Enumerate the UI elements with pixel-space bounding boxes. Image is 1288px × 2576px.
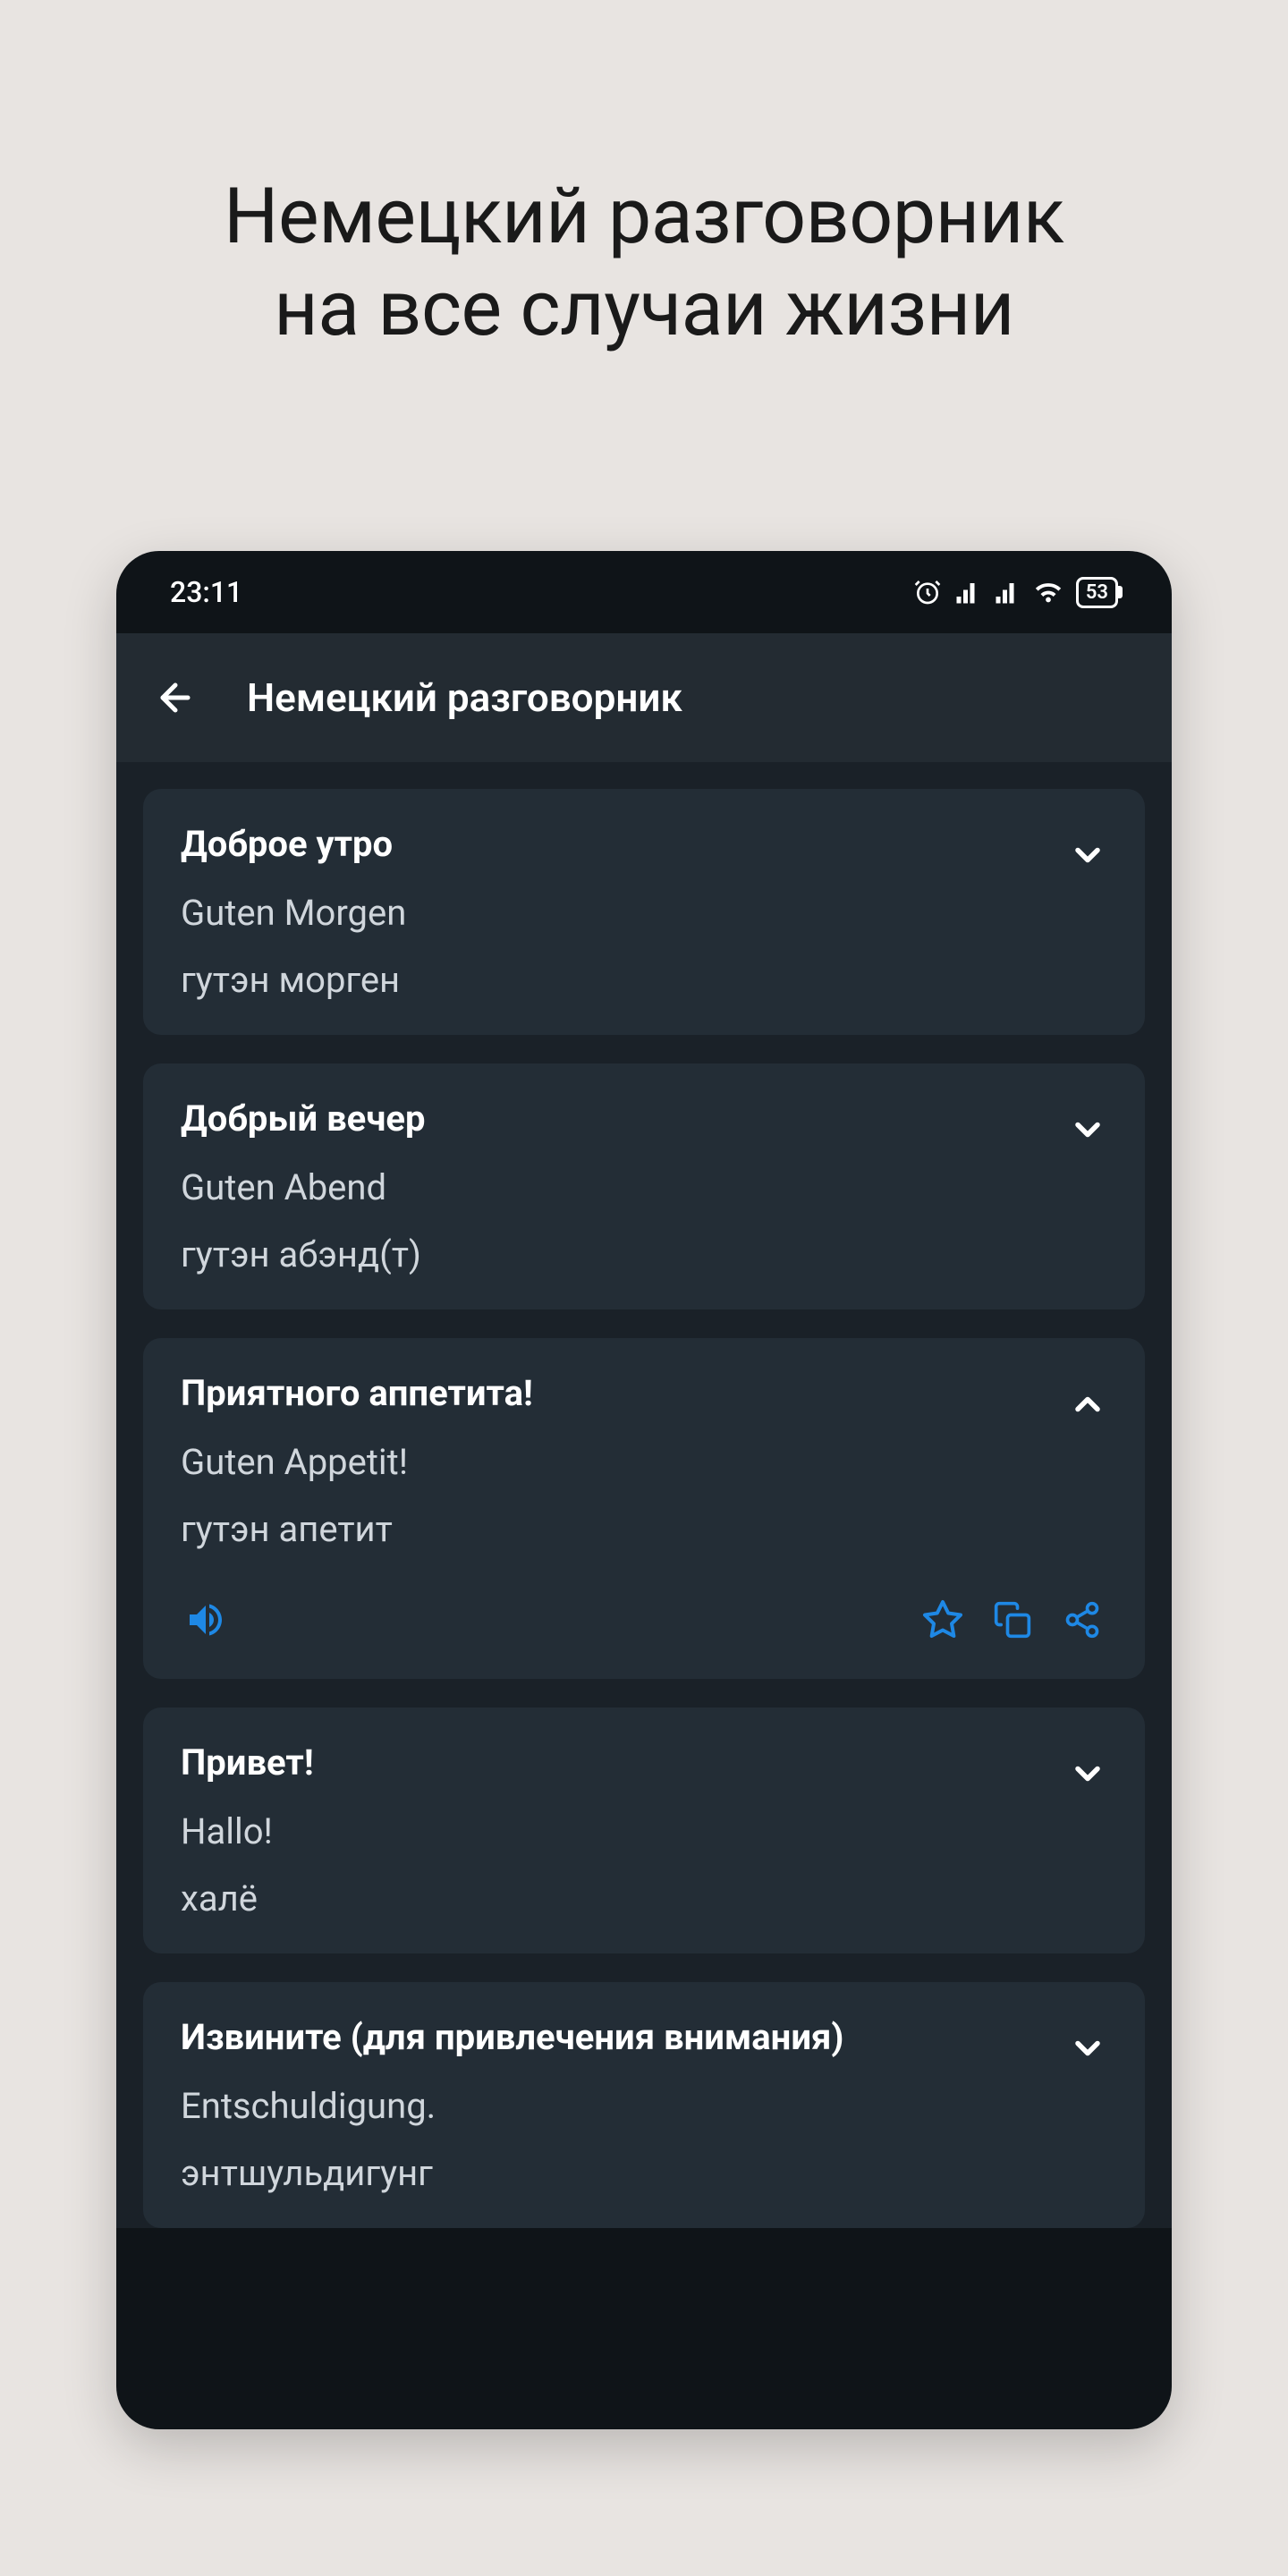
hero-title: Немецкий разговорник на все случаи жизни <box>224 170 1064 354</box>
phrase-translation: Hallo! <box>181 1810 1107 1852</box>
phrase-translation: Guten Appetit! <box>181 1441 1107 1483</box>
phrase-title: Извините (для привлечения внимания) <box>181 2016 1107 2058</box>
phrase-title: Привет! <box>181 1741 1107 1784</box>
alarm-icon <box>913 578 942 606</box>
battery-icon: 53 <box>1076 577 1118 608</box>
speaker-icon <box>184 1598 227 1641</box>
audio-button[interactable] <box>181 1595 231 1645</box>
expand-toggle[interactable] <box>1068 2029 1107 2068</box>
phone-frame: 23:11 53 Немецкий разговорник <box>116 551 1172 2429</box>
arrow-left-icon <box>154 676 197 719</box>
phrase-card[interactable]: Доброе утро Guten Morgen гутэн морген <box>143 789 1145 1035</box>
app-header: Немецкий разговорник <box>116 633 1172 762</box>
phrase-title: Приятного аппетита! <box>181 1372 1107 1414</box>
phrase-card[interactable]: Привет! Hallo! халё <box>143 1707 1145 1953</box>
phrase-transcription: халё <box>181 1877 1107 1919</box>
phrase-card[interactable]: Извините (для привлечения внимания) Ents… <box>143 1982 1145 2228</box>
phrase-translation: Entschuldigung. <box>181 2085 1107 2127</box>
hero-line2: на все случаи жизни <box>224 262 1064 354</box>
hero-line1: Немецкий разговорник <box>224 170 1064 262</box>
expand-toggle[interactable] <box>1068 835 1107 875</box>
wifi-icon <box>1033 577 1063 607</box>
phrase-translation: Guten Morgen <box>181 892 1107 934</box>
status-time: 23:11 <box>170 575 242 609</box>
signal-icon <box>954 579 981 606</box>
phrase-title: Добрый вечер <box>181 1097 1107 1140</box>
phrase-title: Доброе утро <box>181 823 1107 865</box>
expand-toggle[interactable] <box>1068 1754 1107 1793</box>
card-actions <box>181 1595 1107 1645</box>
status-icons: 53 <box>913 577 1118 608</box>
star-icon <box>921 1598 964 1641</box>
content-area: Доброе утро Guten Morgen гутэн морген До… <box>116 762 1172 2228</box>
chevron-down-icon <box>1068 2029 1107 2068</box>
phrase-card[interactable]: Приятного аппетита! Guten Appetit! гутэн… <box>143 1338 1145 1679</box>
chevron-down-icon <box>1068 1110 1107 1149</box>
phrase-transcription: энтшульдигунг <box>181 2152 1107 2194</box>
phrase-translation: Guten Abend <box>181 1166 1107 1208</box>
chevron-up-icon <box>1068 1385 1107 1424</box>
chevron-down-icon <box>1068 1754 1107 1793</box>
phrase-transcription: гутэн морген <box>181 959 1107 1001</box>
phrase-transcription: гутэн абэнд(т) <box>181 1233 1107 1275</box>
app-title: Немецкий разговорник <box>247 674 682 721</box>
copy-button[interactable] <box>987 1595 1038 1645</box>
chevron-down-icon <box>1068 835 1107 875</box>
expand-toggle[interactable] <box>1068 1110 1107 1149</box>
signal-icon-2 <box>994 579 1021 606</box>
share-button[interactable] <box>1057 1595 1107 1645</box>
phrase-transcription: гутэн апетит <box>181 1508 1107 1550</box>
collapse-toggle[interactable] <box>1068 1385 1107 1424</box>
status-bar: 23:11 53 <box>116 551 1172 633</box>
share-icon <box>1063 1600 1102 1640</box>
back-button[interactable] <box>143 665 208 730</box>
phrase-card[interactable]: Добрый вечер Guten Abend гутэн абэнд(т) <box>143 1063 1145 1309</box>
copy-icon <box>993 1600 1032 1640</box>
favorite-button[interactable] <box>918 1595 968 1645</box>
